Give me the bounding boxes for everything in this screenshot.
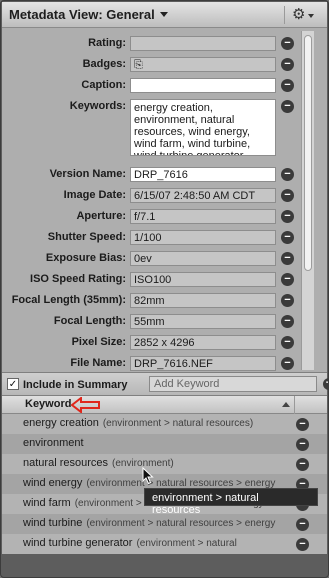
field-value[interactable] [130, 36, 276, 51]
chevron-down-icon[interactable] [308, 14, 314, 18]
keyword-row[interactable]: natural resources (environment) − [2, 454, 327, 474]
field-label: Shutter Speed: [47, 231, 126, 243]
field-value[interactable]: 1/100 [130, 230, 276, 245]
field-label: Aperture: [76, 210, 126, 222]
remove-field-icon[interactable]: − [281, 231, 294, 244]
keyword-row[interactable]: energy creation (environment > natural re… [2, 414, 327, 434]
sort-ascending-icon[interactable] [282, 402, 290, 407]
remove-field-icon[interactable]: − [281, 294, 294, 307]
view-title[interactable]: Metadata View: General [9, 7, 155, 22]
keyword-path-tooltip: environment > natural resources [144, 488, 318, 516]
keyword-column-header[interactable]: Keyword [25, 398, 71, 410]
field-value[interactable]: ⎘ [130, 57, 276, 72]
field-value[interactable]: DRP_7616.NEF [130, 356, 276, 371]
divider [294, 396, 295, 414]
remove-field-icon[interactable]: − [281, 79, 294, 92]
keyword-row[interactable]: wind turbine (environment > natural resou… [2, 514, 327, 534]
field-label: Focal Length (35mm): [11, 294, 126, 306]
keyword-name: energy creation [23, 417, 99, 429]
field-label: Focal Length: [53, 315, 126, 327]
field-label: ISO Speed Rating: [30, 273, 126, 285]
metadata-fields-panel: Rating: − Badges: ⎘ − Caption: − Keywords: energ… [2, 28, 327, 372]
scrollbar-thumb[interactable] [304, 35, 312, 271]
remove-field-icon[interactable]: − [281, 315, 294, 328]
keyword-path: (environment > natural [136, 538, 237, 549]
vertical-scrollbar[interactable] [301, 31, 314, 370]
title-bar: Metadata View: General ⚙ [2, 2, 327, 28]
field-label: Rating: [88, 37, 126, 49]
keyword-cell: wind turbine generator (environment > nat… [23, 537, 237, 549]
remove-field-icon[interactable]: − [281, 357, 294, 370]
remove-keyword-icon[interactable]: − [296, 418, 309, 431]
include-in-summary-label[interactable]: Include in Summary [23, 379, 128, 391]
add-keyword-button[interactable]: + [323, 378, 328, 390]
remove-keyword-icon[interactable]: − [296, 438, 309, 451]
field-value[interactable]: 6/15/07 2:48:50 AM CDT [130, 188, 276, 203]
remove-field-icon[interactable]: − [281, 252, 294, 265]
remove-field-icon[interactable]: − [281, 189, 294, 202]
remove-field-icon[interactable]: − [281, 273, 294, 286]
keyword-row[interactable]: wind turbine generator (environment > nat… [2, 534, 327, 554]
remove-keyword-icon[interactable]: − [296, 518, 309, 531]
field-label: Version Name: [49, 168, 126, 180]
field-value[interactable]: 0ev [130, 251, 276, 266]
field-label: Caption: [81, 79, 126, 91]
keyword-name: wind turbine [23, 517, 83, 529]
remove-keyword-icon[interactable]: − [296, 538, 309, 551]
remove-keyword-icon[interactable]: − [296, 458, 309, 471]
keyword-name: wind energy [23, 477, 83, 489]
divider [284, 6, 285, 24]
red-arrow-annotation-icon [71, 397, 100, 413]
keyword-cell: wind turbine (environment > natural resou… [23, 517, 275, 529]
field-value[interactable] [130, 78, 276, 93]
gear-icon[interactable]: ⚙ [292, 5, 305, 23]
summary-bar: ✓ Include in Summary Add Keyword + [2, 372, 328, 396]
field-label: Exposure Bias: [45, 252, 126, 264]
remove-field-icon[interactable]: − [281, 210, 294, 223]
remove-field-icon[interactable]: − [281, 100, 294, 113]
keyword-row[interactable]: environment − [2, 434, 327, 454]
field-label: Pixel Size: [71, 336, 126, 348]
field-label: Keywords: [69, 100, 126, 112]
field-value[interactable]: 82mm [130, 293, 276, 308]
field-value[interactable]: ISO100 [130, 272, 276, 287]
keyword-table-header[interactable]: Keyword [2, 396, 327, 414]
field-value[interactable]: energy creation, environment, natural re… [130, 99, 276, 156]
field-value[interactable]: 55mm [130, 314, 276, 329]
keyword-name: wind farm [23, 497, 71, 509]
keyword-cell: environment [23, 437, 88, 449]
include-in-summary-checkbox[interactable]: ✓ [7, 378, 19, 390]
keyword-path: (environment > natural resources > energ… [86, 518, 276, 529]
remove-field-icon[interactable]: − [281, 58, 294, 71]
keyword-name: natural resources [23, 457, 108, 469]
keyword-name: wind turbine generator [23, 537, 133, 549]
field-label: Badges: [82, 58, 126, 70]
chevron-down-icon[interactable] [160, 12, 168, 17]
field-label: File Name: [70, 357, 126, 369]
remove-field-icon[interactable]: − [281, 336, 294, 349]
remove-field-icon[interactable]: − [281, 168, 294, 181]
field-label: Image Date: [63, 189, 126, 201]
field-value[interactable]: DRP_7616 [130, 167, 276, 182]
add-keyword-input[interactable]: Add Keyword [149, 376, 317, 392]
remove-field-icon[interactable]: − [281, 37, 294, 50]
mouse-cursor-icon [142, 467, 154, 485]
field-value[interactable]: 2852 x 4296 [130, 335, 276, 350]
field-value[interactable]: f/7.1 [130, 209, 276, 224]
keyword-cell: energy creation (environment > natural re… [23, 417, 253, 429]
keyword-name: environment [23, 437, 84, 449]
keyword-path: (environment > natural resources) [102, 418, 254, 429]
